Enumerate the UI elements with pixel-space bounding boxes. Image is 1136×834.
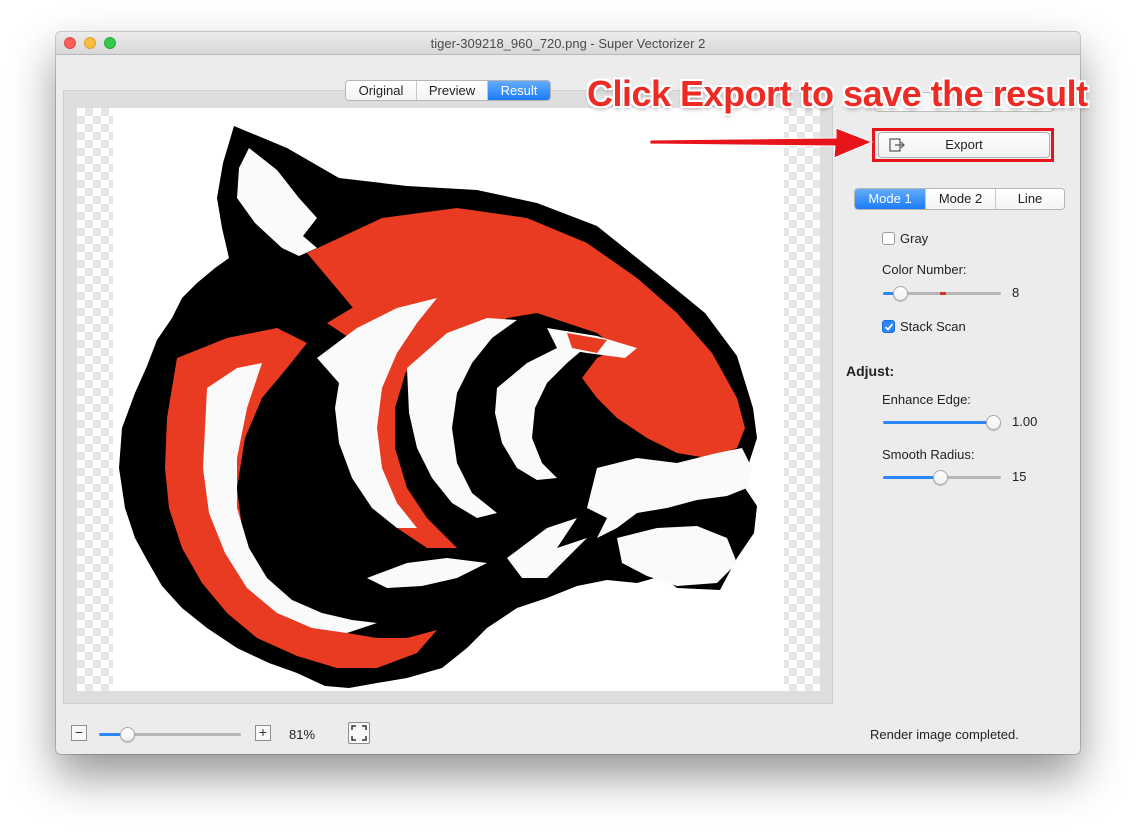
mode-2-button[interactable]: Mode 2 [926, 189, 996, 209]
title-bar: tiger-309218_960_720.png - Super Vectori… [56, 32, 1080, 55]
slider-thumb[interactable] [120, 727, 135, 742]
stack-scan-label: Stack Scan [900, 319, 966, 334]
status-text: Render image completed. [870, 727, 1019, 742]
slider-tick-mark [940, 292, 946, 295]
view-tab-group: Original Preview Result [345, 80, 551, 101]
tiger-vector-image [119, 126, 757, 688]
zoom-in-button[interactable]: + [255, 725, 271, 741]
slider-thumb[interactable] [933, 470, 948, 485]
smooth-radius-slider[interactable] [883, 470, 1001, 485]
checkmark-icon [884, 323, 894, 331]
color-number-slider[interactable] [883, 286, 1001, 301]
annotation-text: Click Export to save the result [587, 73, 1088, 114]
zoom-out-button[interactable]: − [71, 725, 87, 741]
color-number-value: 8 [1012, 285, 1020, 300]
slider-thumb[interactable] [986, 415, 1001, 430]
smooth-radius-value: 15 [1012, 469, 1027, 484]
enhance-edge-slider[interactable] [883, 415, 1001, 430]
plus-icon: + [258, 724, 268, 740]
smooth-radius-label: Smooth Radius: [882, 447, 975, 462]
gray-label: Gray [900, 231, 929, 246]
enhance-edge-value: 1.00 [1012, 414, 1038, 429]
mode-1-button[interactable]: Mode 1 [855, 189, 926, 209]
tab-result[interactable]: Result [488, 81, 550, 100]
slider-thumb[interactable] [893, 286, 908, 301]
window-title: tiger-309218_960_720.png - Super Vectori… [430, 36, 706, 51]
result-canvas [77, 108, 820, 691]
zoom-slider[interactable] [99, 727, 241, 742]
tab-preview[interactable]: Preview [417, 81, 488, 100]
tab-original[interactable]: Original [346, 81, 417, 100]
zoom-percent: 81% [289, 727, 316, 742]
annotation-arrow [649, 127, 874, 159]
mode-segmented-control: Mode 1 Mode 2 Line [854, 188, 1065, 210]
gray-checkbox[interactable] [882, 232, 895, 245]
color-number-label: Color Number: [882, 262, 967, 277]
fit-to-screen-button[interactable] [348, 722, 370, 744]
canvas-area [63, 90, 833, 704]
fit-screen-icon [351, 725, 367, 741]
stack-scan-checkbox[interactable] [882, 320, 895, 333]
export-label: Export [945, 137, 983, 152]
app-window: tiger-309218_960_720.png - Super Vectori… [56, 32, 1080, 754]
slider-fill [883, 421, 993, 424]
line-mode-button[interactable]: Line [996, 189, 1064, 209]
export-icon [889, 138, 905, 152]
export-button[interactable]: Export [878, 132, 1050, 158]
minus-icon: − [74, 724, 84, 740]
enhance-edge-label: Enhance Edge: [882, 392, 971, 407]
adjust-heading: Adjust: [846, 363, 895, 379]
